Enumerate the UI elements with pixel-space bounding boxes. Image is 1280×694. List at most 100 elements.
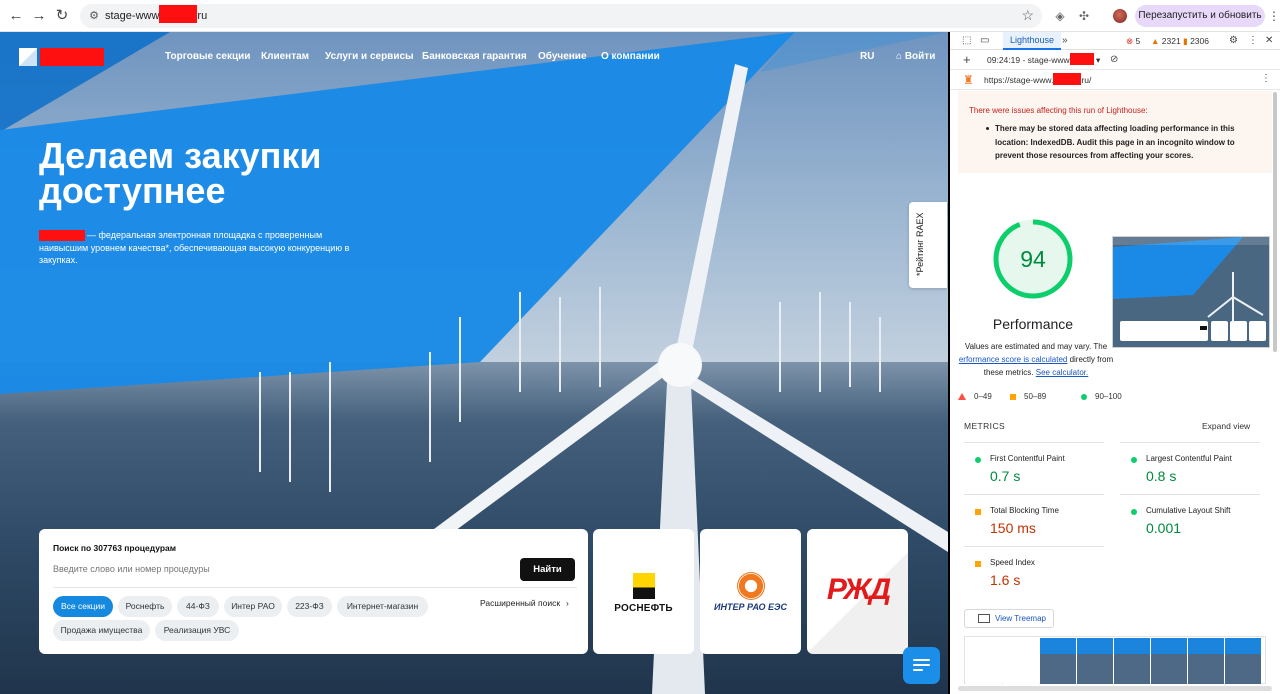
search-card: Поиск по 307763 процедурам Найти Все сек… xyxy=(39,529,588,654)
settings-gear-icon[interactable]: ⚙ xyxy=(1229,35,1238,46)
nav-training[interactable]: Обучение xyxy=(538,51,587,62)
tab-lighthouse[interactable]: Lighthouse xyxy=(1003,32,1062,50)
warning-box: There were issues affecting this run of … xyxy=(958,91,1272,173)
partner-interrao[interactable]: ИНТЕР РАО ЕЭС xyxy=(700,529,801,654)
back-icon[interactable]: ← xyxy=(6,6,26,26)
legend-average: 50–89 xyxy=(1010,392,1046,401)
average-square-icon xyxy=(975,509,981,515)
chip-inter-rao[interactable]: Интер РАО xyxy=(224,596,282,617)
chip-online-store[interactable]: Интернет-магазин xyxy=(337,596,428,617)
filmstrip-frame xyxy=(1151,638,1187,684)
legend-fail: 0–49 xyxy=(958,392,992,401)
warning-text: There may be stored data affecting loadi… xyxy=(995,124,1235,160)
new-report-icon[interactable]: + xyxy=(963,52,971,67)
warnings-count[interactable]: ▲ 2321 xyxy=(1151,36,1181,46)
bookmark-star-icon[interactable]: ☆ xyxy=(1021,7,1034,24)
nav-about[interactable]: О компании xyxy=(601,51,660,62)
nav-services[interactable]: Услуги и сервисы xyxy=(325,51,414,62)
search-input[interactable] xyxy=(53,561,513,577)
view-treemap-button[interactable]: View Treemap xyxy=(964,609,1054,628)
language-switch[interactable]: RU xyxy=(860,51,874,62)
report-menu-icon[interactable]: ⋮ xyxy=(1261,73,1271,84)
advanced-search-link[interactable]: Расширенный поиск › xyxy=(480,598,569,608)
nav-trading-sections[interactable]: Торговые секции xyxy=(165,51,250,62)
close-icon[interactable]: ✕ xyxy=(1265,35,1273,46)
nav-bank-guarantee[interactable]: Банковская гарантия xyxy=(422,51,527,62)
score-calculated-link[interactable]: erformance score is calculated xyxy=(959,355,1068,364)
devtools-menu-icon[interactable]: ⋮ xyxy=(1248,35,1258,46)
chat-line xyxy=(913,669,923,671)
redaction xyxy=(1069,53,1094,66)
warning-icon: ▲ xyxy=(1151,36,1160,46)
pass-circle-icon xyxy=(1131,509,1137,515)
pass-circle-icon xyxy=(1131,457,1137,463)
circle-icon xyxy=(1081,393,1087,400)
chip-44fz[interactable]: 44-ФЗ xyxy=(177,596,219,617)
vertical-scrollbar[interactable] xyxy=(1273,92,1277,352)
login-icon: ⌂ xyxy=(896,51,905,62)
login-label: Войти xyxy=(904,51,936,62)
rzd-logo: РЖД xyxy=(826,573,891,606)
chat-line xyxy=(913,659,930,661)
search-button[interactable]: Найти xyxy=(520,558,575,581)
score-value: 94 xyxy=(1020,246,1046,272)
clear-reports-icon[interactable]: ⊘ xyxy=(1110,54,1118,65)
metrics-heading: METRICS xyxy=(964,421,1006,431)
partner-rosneft[interactable]: РОСНЕФТЬ xyxy=(593,529,694,654)
pass-circle-icon xyxy=(975,457,981,463)
profile-avatar[interactable] xyxy=(1113,9,1127,23)
relaunch-button[interactable]: Перезапустить и обновить xyxy=(1135,5,1265,27)
thumbnail-art xyxy=(1113,237,1269,347)
partner-rzd[interactable]: РЖД xyxy=(807,529,908,654)
search-title: Поиск по 307763 процедурам xyxy=(53,543,177,553)
inspect-element-icon[interactable]: ⬚ xyxy=(962,35,971,46)
login-link[interactable]: ⌂ Войти xyxy=(896,51,935,62)
url-text[interactable]: stage-www ru xyxy=(105,5,207,23)
metric-fcp: First Contentful Paint 0.7 s xyxy=(964,442,1104,492)
address-bar[interactable]: ⚙ stage-www ru ☆ xyxy=(80,4,1042,28)
blue-diagonal-panel xyxy=(0,32,795,394)
performance-score-gauge: 94 xyxy=(993,219,1073,299)
see-calculator-link[interactable]: See calculator. xyxy=(1036,368,1088,377)
metric-value: 0.001 xyxy=(1146,520,1182,536)
issues-icon: ▮ xyxy=(1183,36,1188,46)
site-settings-icon[interactable]: ⚙ xyxy=(87,9,101,23)
more-tabs-icon[interactable]: » xyxy=(1062,35,1068,46)
shield-extension-icon[interactable]: ◈ xyxy=(1052,8,1068,24)
raex-rating-tab[interactable]: *Рейтинг RAEX xyxy=(909,202,947,288)
device-toolbar-icon[interactable]: ▭ xyxy=(980,35,989,46)
expand-view-toggle[interactable]: Expand view xyxy=(1202,421,1250,431)
square-icon xyxy=(1010,393,1016,400)
bullet xyxy=(986,127,989,130)
errors-count[interactable]: ⊗ 5 xyxy=(1126,36,1140,47)
chip-rosneft[interactable]: Роснефть xyxy=(118,596,172,617)
issues-count[interactable]: ▮ 2306 xyxy=(1183,36,1209,47)
average-square-icon xyxy=(975,561,981,567)
site-logo-redacted[interactable] xyxy=(40,48,104,66)
extensions-puzzle-icon[interactable]: ✣ xyxy=(1076,8,1092,24)
report-selector[interactable]: 09:24:19 - stage-www ▾ xyxy=(987,53,1100,66)
chat-widget-icon[interactable] xyxy=(903,647,940,684)
site-logo-icon[interactable] xyxy=(19,48,37,66)
redaction xyxy=(159,5,198,23)
chip-uvs[interactable]: Реализация УВС xyxy=(155,620,239,641)
chip-223fz[interactable]: 223-ФЗ xyxy=(287,596,332,617)
metric-name: Cumulative Layout Shift xyxy=(1146,506,1231,515)
forward-icon[interactable]: → xyxy=(29,6,49,26)
devtools-panel: ⬚ ▭ Lighthouse » ⊗ 5 ▲ 2321 ▮ 2306 ⚙ ⋮ ✕… xyxy=(948,32,1280,694)
metric-value: 0.7 s xyxy=(990,468,1021,484)
rosneft-label: РОСНЕФТЬ xyxy=(614,603,673,614)
warning-title: There were issues affecting this run of … xyxy=(969,106,1148,115)
report-url[interactable]: https://stage-www. ru/ xyxy=(984,73,1091,86)
page-screenshot-thumbnail[interactable] xyxy=(1112,236,1270,348)
report-url-bar: ♜ https://stage-www. ru/ ⋮ xyxy=(950,70,1280,90)
metric-name: First Contentful Paint xyxy=(990,454,1065,463)
browser-menu-icon[interactable]: ⋮ xyxy=(1268,9,1280,23)
nav-clients[interactable]: Клиентам xyxy=(261,51,309,62)
filmstrip xyxy=(964,636,1266,684)
chip-all-sections[interactable]: Все секции xyxy=(53,596,113,617)
chevron-right-icon: › xyxy=(566,598,569,608)
reload-icon[interactable]: ↻ xyxy=(52,6,72,26)
chip-property-sale[interactable]: Продажа имущества xyxy=(53,620,150,641)
horizontal-scrollbar[interactable] xyxy=(958,686,1272,691)
